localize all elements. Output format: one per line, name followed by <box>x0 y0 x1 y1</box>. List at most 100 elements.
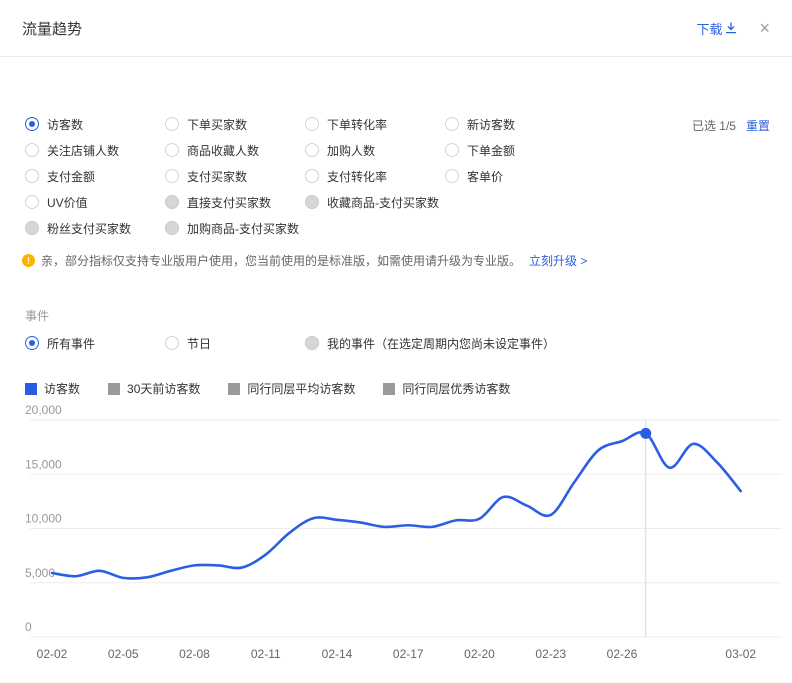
metric-option-加购人数[interactable]: 加购人数 <box>305 142 445 159</box>
legend-label: 同行同层优秀访客数 <box>402 382 511 396</box>
line-chart[interactable]: 0 5,000 10,000 15,000 20,000 02-02 02-05 02-08 0… <box>0 400 792 683</box>
legend-label: 同行同层平均访客数 <box>247 382 356 396</box>
radio-icon <box>25 143 39 157</box>
metric-option-粉丝支付买家数: 粉丝支付买家数 <box>25 220 165 237</box>
radio-label: 支付转化率 <box>327 169 388 184</box>
metric-option-支付买家数[interactable]: 支付买家数 <box>165 168 305 185</box>
metric-option-访客数[interactable]: 访客数 <box>25 116 165 133</box>
legend-label: 30天前访客数 <box>127 382 201 396</box>
metric-option-支付金额[interactable]: 支付金额 <box>25 168 165 185</box>
radio-icon <box>25 221 39 235</box>
metric-option-收藏商品-支付买家数: 收藏商品-支付买家数 <box>305 194 445 211</box>
radio-icon <box>25 336 39 350</box>
radio-icon <box>165 221 179 235</box>
download-button[interactable]: 下载 <box>696 19 737 38</box>
radio-label: 新访客数 <box>467 117 516 132</box>
metric-option-下单转化率[interactable]: 下单转化率 <box>305 116 445 133</box>
radio-icon <box>305 169 319 183</box>
radio-label: 客单价 <box>467 169 504 184</box>
modal-header: 流量趋势 下载 × <box>0 0 792 57</box>
chart-legend: 访客数 30天前访客数 同行同层平均访客数 同行同层优秀访客数 <box>25 380 510 397</box>
x-axis-tick-label: 02-05 <box>108 647 139 661</box>
radio-icon <box>165 143 179 157</box>
legend-item-访客数[interactable]: 访客数 <box>25 380 80 397</box>
metric-option-下单金额[interactable]: 下单金额 <box>445 142 515 159</box>
traffic-trend-modal: 流量趋势 下载 × 访客数 下单买家数 下单转化率 新访客数关注店铺人数 商品收藏人数 加… <box>0 0 792 683</box>
radio-icon <box>445 169 459 183</box>
radio-icon <box>305 195 319 209</box>
x-axis-tick-label: 02-02 <box>37 647 68 661</box>
radio-label: 直接支付买家数 <box>187 195 272 210</box>
selected-count-text: 已选 1/5 <box>691 119 736 133</box>
legend-item-同行同层优秀访客数[interactable]: 同行同层优秀访客数 <box>383 380 510 397</box>
metric-option-新访客数[interactable]: 新访客数 <box>445 116 515 133</box>
legend-item-30天前访客数[interactable]: 30天前访客数 <box>108 380 200 397</box>
radio-label: 所有事件 <box>47 336 96 351</box>
metrics-radio-group: 访客数 下单买家数 下单转化率 新访客数关注店铺人数 商品收藏人数 加购人数 下单金额支付金… <box>25 111 515 241</box>
legend-swatch-icon <box>228 382 241 395</box>
selection-summary: 已选 1/5 重置 <box>692 117 770 134</box>
reset-button[interactable]: 重置 <box>746 117 770 134</box>
metrics-row: 关注店铺人数 商品收藏人数 加购人数 下单金额 <box>25 137 515 163</box>
radio-label: 下单买家数 <box>187 117 248 132</box>
metric-option-商品收藏人数[interactable]: 商品收藏人数 <box>165 142 305 159</box>
radio-label: 粉丝支付买家数 <box>47 221 132 236</box>
radio-icon <box>25 117 39 131</box>
legend-swatch-icon <box>108 382 121 395</box>
close-icon[interactable]: × <box>759 19 770 37</box>
metrics-row: UV价值 直接支付买家数 收藏商品-支付买家数 <box>25 189 515 215</box>
legend-swatch-icon <box>25 382 37 395</box>
metric-option-下单买家数[interactable]: 下单买家数 <box>165 116 305 133</box>
radio-icon <box>305 143 319 157</box>
warning-icon: ! <box>22 254 35 267</box>
events-section-label: 事件 <box>25 309 50 323</box>
metric-option-支付转化率[interactable]: 支付转化率 <box>305 168 445 185</box>
x-axis-tick-label: 02-23 <box>535 647 566 661</box>
metric-option-直接支付买家数: 直接支付买家数 <box>165 194 305 211</box>
radio-icon <box>165 195 179 209</box>
radio-icon <box>445 117 459 131</box>
radio-icon <box>305 336 319 350</box>
x-axis-tick-label: 03-02 <box>725 647 756 661</box>
chart-canvas: 05,00010,00015,00020,00002-02 02-05 02-08 0… <box>25 403 782 661</box>
radio-label: 关注店铺人数 <box>47 143 120 158</box>
download-label: 下载 <box>696 21 723 37</box>
page-title: 流量趋势 <box>22 20 83 38</box>
event-option-所有事件[interactable]: 所有事件 <box>25 335 165 352</box>
radio-label: 商品收藏人数 <box>187 143 260 158</box>
event-option-我的事件（在选定周期内您尚未设定事件）: 我的事件（在选定周期内您尚未设定事件） <box>305 335 555 352</box>
radio-label: 下单金额 <box>467 143 516 158</box>
upgrade-link[interactable]: 立刻升级 > <box>529 252 587 269</box>
radio-label: 收藏商品-支付买家数 <box>327 195 439 210</box>
visitors-line-series <box>50 431 743 580</box>
metrics-row: 访客数 下单买家数 下单转化率 新访客数 <box>25 111 515 137</box>
y-axis-tick-label: 20,000 <box>25 403 62 417</box>
radio-label: 下单转化率 <box>327 117 388 132</box>
legend-item-同行同层平均访客数[interactable]: 同行同层平均访客数 <box>228 380 355 397</box>
highlighted-data-point[interactable] <box>640 427 652 439</box>
radio-icon <box>165 117 179 131</box>
metric-option-客单价[interactable]: 客单价 <box>445 168 515 185</box>
radio-label: 访客数 <box>47 117 84 132</box>
radio-label: UV价值 <box>47 195 88 210</box>
radio-label: 我的事件（在选定周期内您尚未设定事件） <box>327 336 556 351</box>
radio-icon <box>165 336 179 350</box>
metrics-row: 支付金额 支付买家数 支付转化率 客单价 <box>25 163 515 189</box>
metric-option-关注店铺人数[interactable]: 关注店铺人数 <box>25 142 165 159</box>
event-option-节日[interactable]: 节日 <box>165 335 305 352</box>
legend-swatch-icon <box>383 382 396 395</box>
x-axis-tick-label: 02-14 <box>322 647 353 661</box>
radio-label: 支付金额 <box>47 169 96 184</box>
x-axis-tick-label: 02-17 <box>393 647 424 661</box>
y-axis-tick-label: 0 <box>25 620 32 634</box>
download-icon <box>725 22 737 34</box>
upgrade-notice: ! 亲，部分指标仅支持专业版用户使用，您当前使用的是标准版，如需使用请升级为专业… <box>22 252 587 269</box>
x-axis-tick-label: 02-20 <box>464 647 495 661</box>
y-axis-tick-label: 15,000 <box>25 457 62 471</box>
metric-option-UV价值[interactable]: UV价值 <box>25 194 165 211</box>
radio-icon <box>25 169 39 183</box>
legend-label: 访客数 <box>44 382 81 396</box>
x-axis-tick-label: 02-08 <box>179 647 210 661</box>
x-axis-tick-label: 02-26 <box>607 647 638 661</box>
radio-icon <box>305 117 319 131</box>
